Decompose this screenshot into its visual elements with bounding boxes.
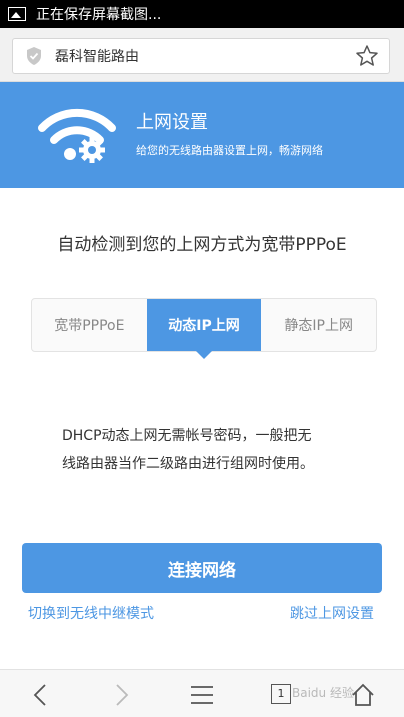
bookmark-star-icon[interactable] <box>355 44 379 68</box>
tab-static-ip[interactable]: 静态IP上网 <box>261 299 376 351</box>
tab-pppoe[interactable]: 宽带PPPoE <box>32 299 147 351</box>
shield-icon <box>27 47 41 65</box>
header-subtitle: 给您的无线路由器设置上网，畅游网络 <box>136 144 323 157</box>
watermark-text: Baidu 经验 <box>292 686 354 700</box>
tab-count-button[interactable]: 1 <box>271 684 291 704</box>
url-field[interactable]: 磊科智能路由 <box>12 38 390 74</box>
header-title: 上网设置 <box>136 112 208 133</box>
wifi-settings-icon <box>38 108 116 163</box>
screenshot-icon <box>8 7 26 21</box>
status-bar: 正在保存屏幕截图... <box>0 0 404 28</box>
page-title: 磊科智能路由 <box>55 49 139 65</box>
setup-header: 上网设置 给您的无线路由器设置上网，畅游网络 <box>0 82 404 188</box>
back-icon[interactable] <box>28 682 54 708</box>
description-line: 线路由器当作二级路由进行组网时使用。 <box>62 456 314 472</box>
detected-type-text: 自动检测到您的上网方式为宽带PPPoE <box>57 235 347 255</box>
skip-setup-link[interactable]: 跳过上网设置 <box>290 603 374 623</box>
forward-icon[interactable] <box>108 682 134 708</box>
description-line: DHCP动态上网无需帐号密码，一般把无 <box>62 428 312 444</box>
relay-mode-link[interactable]: 切换到无线中继模式 <box>28 603 154 623</box>
mode-description: DHCP动态上网无需帐号密码，一般把无 线路由器当作二级路由进行组网时使用。 <box>62 422 362 478</box>
status-text: 正在保存屏幕截图... <box>36 7 162 23</box>
menu-icon[interactable] <box>189 682 215 708</box>
connection-type-tabs: 宽带PPPoE 动态IP上网 静态IP上网 <box>31 298 377 359</box>
browser-bottom-bar: 1 Baidu 经验 <box>0 669 404 717</box>
tab-dynamic-ip[interactable]: 动态IP上网 <box>146 299 262 359</box>
browser-address-bar: 磊科智能路由 <box>0 28 404 82</box>
connect-button[interactable]: 连接网络 <box>22 543 382 593</box>
home-icon[interactable] <box>350 682 376 708</box>
